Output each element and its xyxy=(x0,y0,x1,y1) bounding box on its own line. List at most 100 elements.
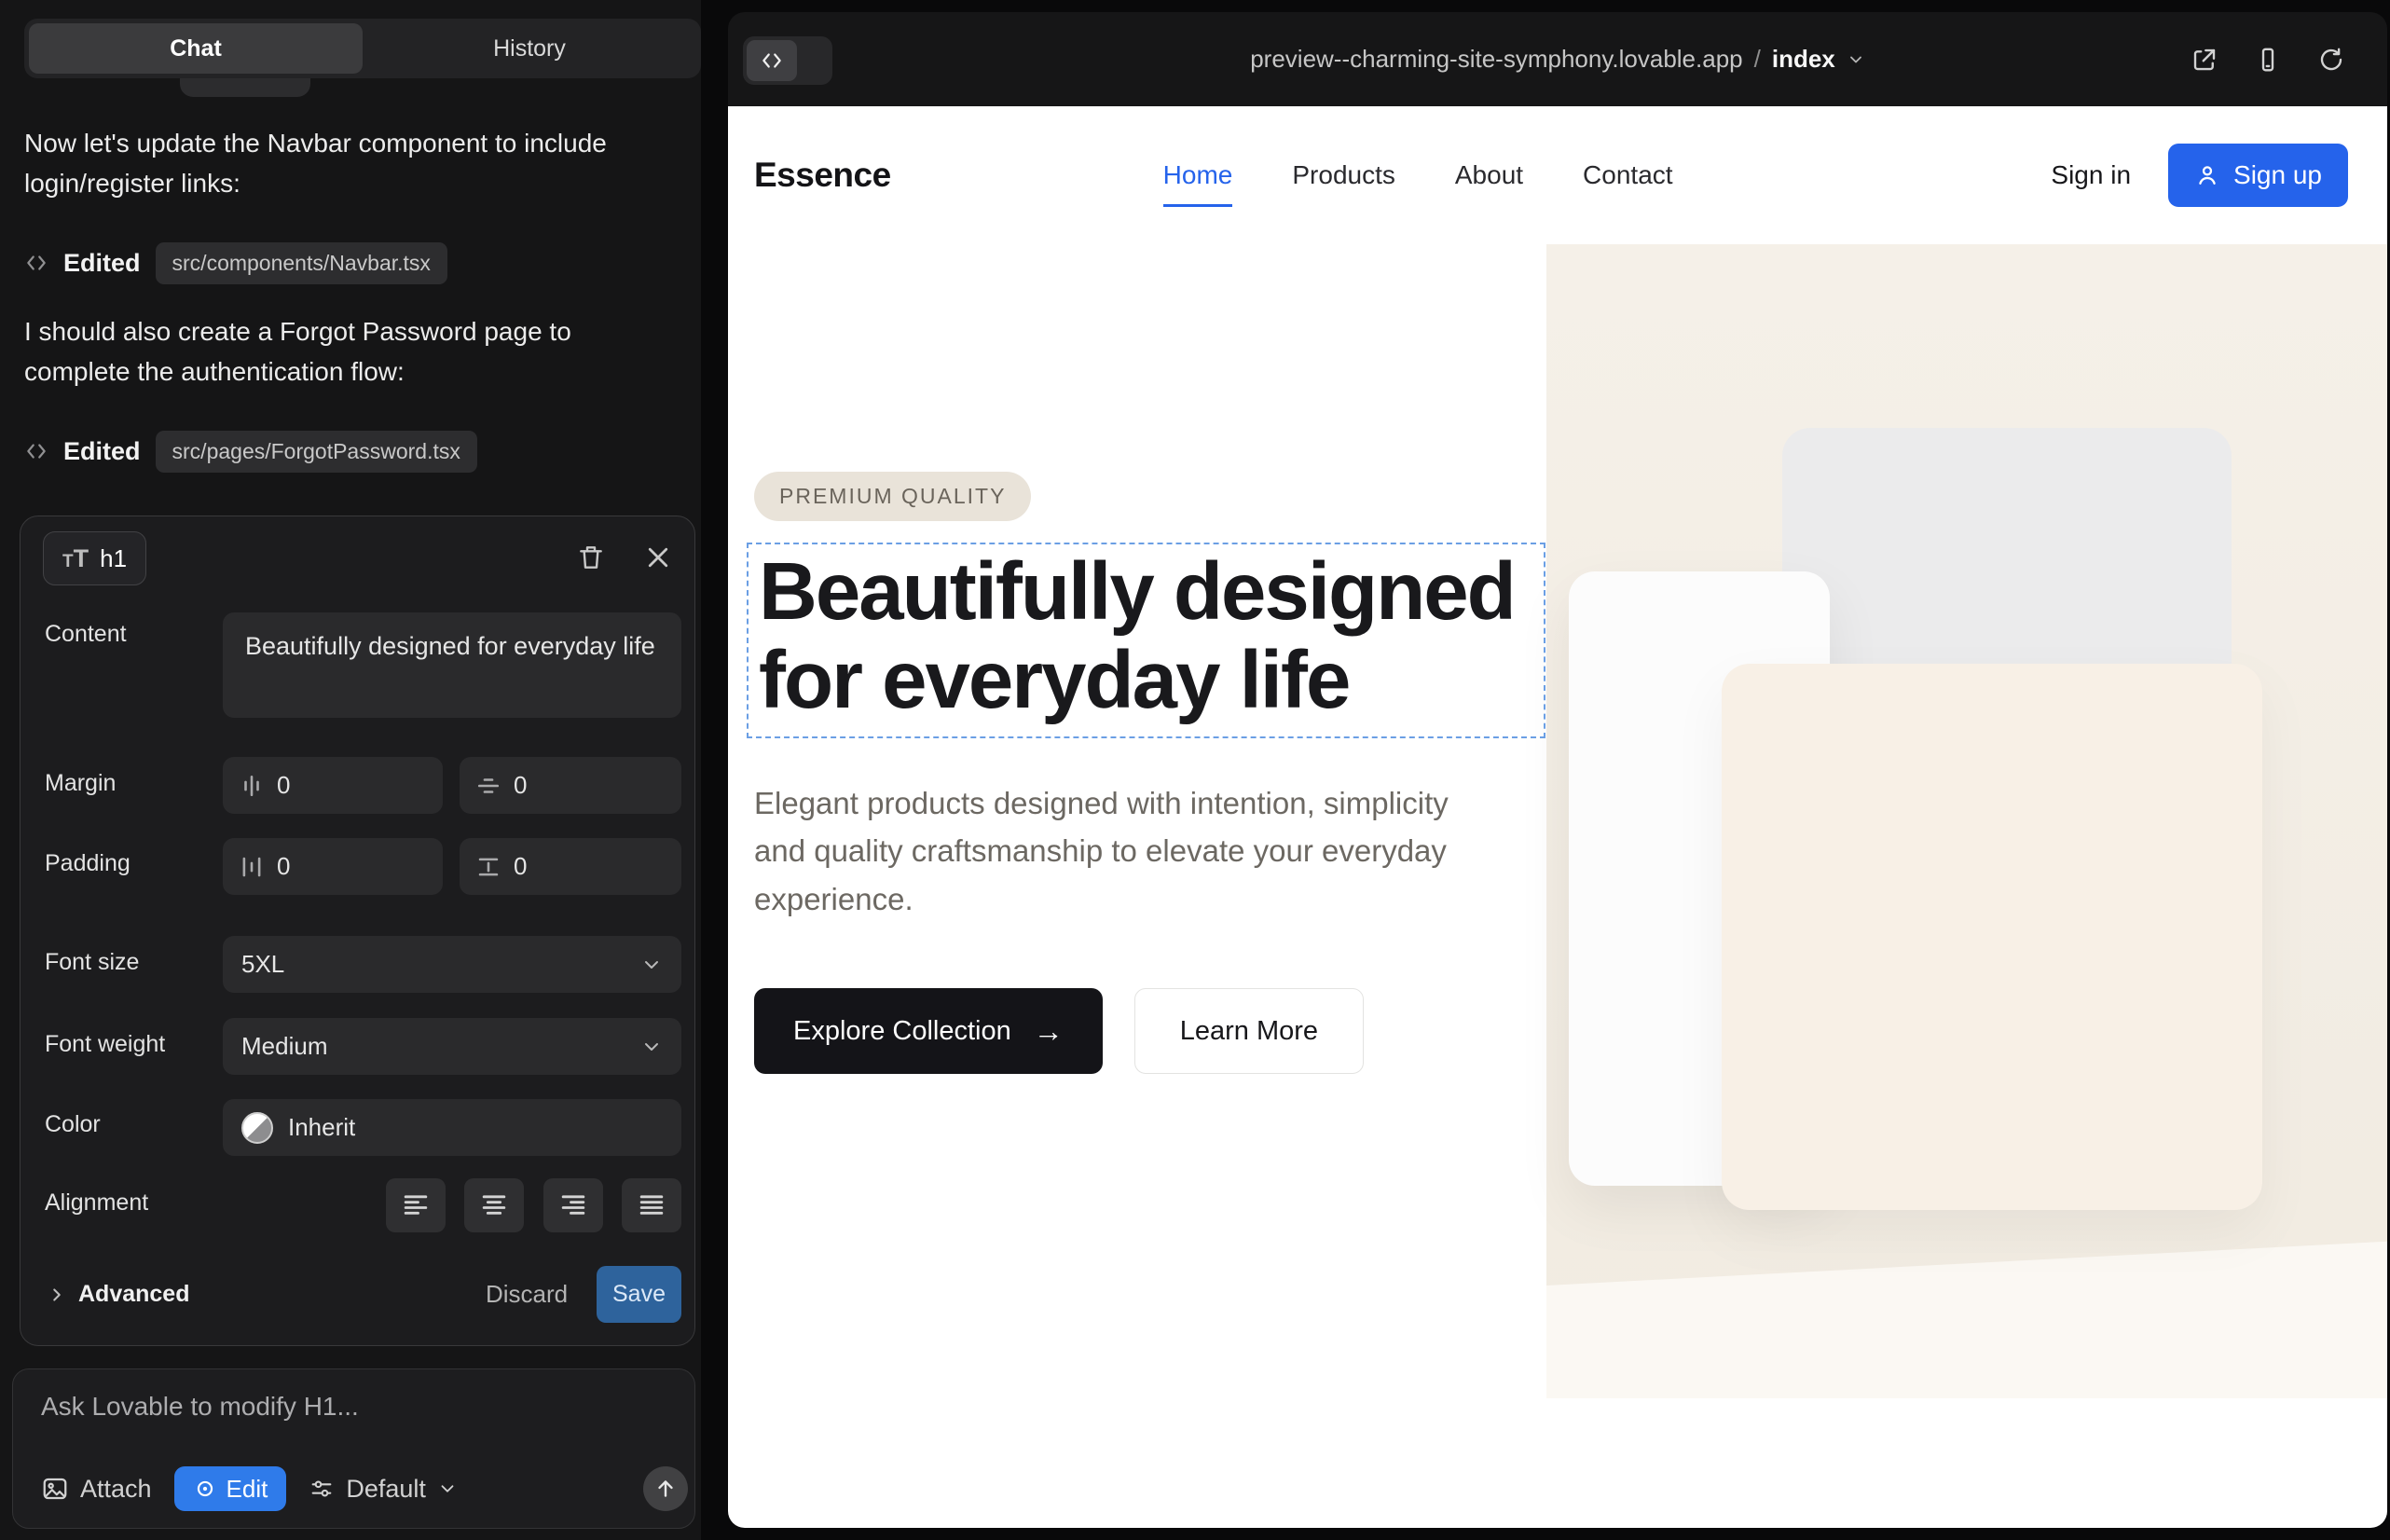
decor-card-beige xyxy=(1722,664,2262,1210)
model-default-label: Default xyxy=(346,1475,426,1504)
preview-browser-window: preview--charming-site-symphony.lovable.… xyxy=(728,12,2387,1528)
mobile-icon xyxy=(2254,46,2282,74)
learn-more-button[interactable]: Learn More xyxy=(1134,988,1364,1074)
nav-link-products[interactable]: Products xyxy=(1292,160,1395,190)
element-tag-label: h1 xyxy=(100,544,127,573)
sign-up-button[interactable]: Sign up xyxy=(2168,144,2348,207)
content-label: Content xyxy=(45,621,127,648)
refresh-button[interactable] xyxy=(2313,41,2350,78)
url-domain: preview--charming-site-symphony.lovable.… xyxy=(1250,45,1742,74)
align-justify-icon xyxy=(638,1191,666,1219)
browser-actions xyxy=(2186,12,2350,106)
hero-ctas: Explore Collection → Learn More xyxy=(754,988,1630,1074)
sliders-icon xyxy=(309,1476,335,1502)
chevron-down-icon xyxy=(640,1036,663,1058)
close-editor-button[interactable] xyxy=(639,539,677,576)
edited-file-row: Edited src/components/Navbar.tsx xyxy=(24,241,447,285)
explore-collection-button[interactable]: Explore Collection → xyxy=(754,988,1103,1074)
margin-horizontal-icon xyxy=(240,774,264,798)
alignment-label: Alignment xyxy=(45,1189,148,1217)
margin-horizontal-field[interactable] xyxy=(223,757,443,814)
discard-button[interactable]: Discard xyxy=(474,1266,579,1323)
align-left-button[interactable] xyxy=(386,1178,446,1232)
advanced-toggle[interactable]: Advanced xyxy=(47,1266,189,1323)
prompt-input[interactable] xyxy=(41,1392,656,1422)
margin-vertical-icon xyxy=(476,774,501,798)
chevron-right-icon xyxy=(47,1285,67,1305)
site-preview: Essence Home Products About Contact Sign… xyxy=(728,106,2387,1528)
chevron-down-icon xyxy=(1847,50,1865,69)
save-button[interactable]: Save xyxy=(597,1266,681,1323)
margin-horizontal-input[interactable] xyxy=(277,771,389,800)
font-size-label: Font size xyxy=(45,949,139,976)
code-icon xyxy=(24,251,48,275)
padding-horizontal-field[interactable] xyxy=(223,838,443,895)
close-icon xyxy=(644,543,672,571)
style-editor-panel: TT h1 Content Beautifully designed for e… xyxy=(20,516,695,1346)
element-tag-pill[interactable]: TT h1 xyxy=(43,531,146,585)
attach-label: Attach xyxy=(80,1475,152,1504)
arrow-up-icon xyxy=(653,1477,678,1501)
align-center-button[interactable] xyxy=(464,1178,524,1232)
advanced-label: Advanced xyxy=(78,1281,189,1308)
editor-footer: Advanced Discard Save xyxy=(21,1266,694,1323)
trash-icon xyxy=(576,543,606,572)
edit-mode-button[interactable]: Edit xyxy=(174,1466,287,1511)
delete-element-button[interactable] xyxy=(572,539,610,576)
tab-history[interactable]: History xyxy=(363,23,696,74)
align-right-button[interactable] xyxy=(543,1178,603,1232)
selected-element-outline[interactable]: Beautifully designed for everyday life xyxy=(747,543,1545,738)
file-path-chip[interactable]: src/pages/ForgotPassword.tsx xyxy=(156,431,477,473)
font-weight-label: Font weight xyxy=(45,1031,165,1058)
person-icon xyxy=(2194,162,2220,188)
chevron-down-icon xyxy=(437,1478,458,1499)
assistant-message: I should also create a Forgot Password p… xyxy=(24,311,639,392)
chat-panel: Chat History Now let's update the Navbar… xyxy=(0,0,701,1540)
margin-vertical-field[interactable] xyxy=(460,757,681,814)
tab-chat[interactable]: Chat xyxy=(29,23,363,74)
nav-link-about[interactable]: About xyxy=(1455,160,1523,190)
chat-history-tabs: Chat History xyxy=(24,19,701,78)
align-right-icon xyxy=(559,1191,587,1219)
image-icon xyxy=(41,1475,69,1503)
padding-vertical-field[interactable] xyxy=(460,838,681,895)
mobile-view-button[interactable] xyxy=(2249,41,2287,78)
site-navbar: Essence Home Products About Contact Sign… xyxy=(728,106,2387,244)
sign-in-link[interactable]: Sign in xyxy=(2051,160,2131,190)
margin-vertical-input[interactable] xyxy=(514,771,625,800)
edited-label: Edited xyxy=(63,437,141,466)
hero-paragraph: Elegant products designed with intention… xyxy=(754,779,1463,923)
file-path-chip[interactable]: src/components/Navbar.tsx xyxy=(156,242,447,284)
attach-button[interactable]: Attach xyxy=(41,1475,152,1504)
open-external-button[interactable] xyxy=(2186,41,2223,78)
send-button[interactable] xyxy=(643,1466,688,1511)
browser-chrome: preview--charming-site-symphony.lovable.… xyxy=(728,12,2387,106)
hero-heading: Beautifully designed for everyday life xyxy=(759,548,1544,725)
nav-right: Sign in Sign up xyxy=(2051,144,2348,207)
hero-badge: PREMIUM QUALITY xyxy=(754,472,1031,521)
explore-collection-label: Explore Collection xyxy=(793,1016,1011,1047)
font-size-select[interactable]: 5XL xyxy=(223,936,681,993)
hero-background-diagonal xyxy=(1546,1231,2387,1398)
model-default-button[interactable]: Default xyxy=(309,1475,458,1504)
arrow-right-icon: → xyxy=(1034,1016,1064,1046)
refresh-icon xyxy=(2317,46,2345,74)
url-bar[interactable]: preview--charming-site-symphony.lovable.… xyxy=(728,12,2387,106)
edited-file-row: Edited src/pages/ForgotPassword.tsx xyxy=(24,429,477,474)
align-left-icon xyxy=(402,1191,430,1219)
nav-link-contact[interactable]: Contact xyxy=(1583,160,1673,190)
nav-link-home[interactable]: Home xyxy=(1163,160,1233,190)
color-select[interactable]: Inherit xyxy=(223,1099,681,1156)
code-icon xyxy=(24,439,48,463)
font-weight-select[interactable]: Medium xyxy=(223,1018,681,1075)
font-weight-value: Medium xyxy=(241,1032,327,1061)
align-justify-button[interactable] xyxy=(622,1178,681,1232)
prompt-composer: Attach Edit Default xyxy=(12,1368,695,1529)
padding-vertical-input[interactable] xyxy=(514,852,625,881)
content-input[interactable]: Beautifully designed for everyday life xyxy=(223,612,681,718)
padding-horizontal-input[interactable] xyxy=(277,852,389,881)
site-logo: Essence xyxy=(754,156,891,195)
padding-horizontal-icon xyxy=(240,855,264,879)
hero-content: PREMIUM QUALITY Beautifully designed for… xyxy=(754,472,1630,1074)
url-page: index xyxy=(1772,45,1835,74)
